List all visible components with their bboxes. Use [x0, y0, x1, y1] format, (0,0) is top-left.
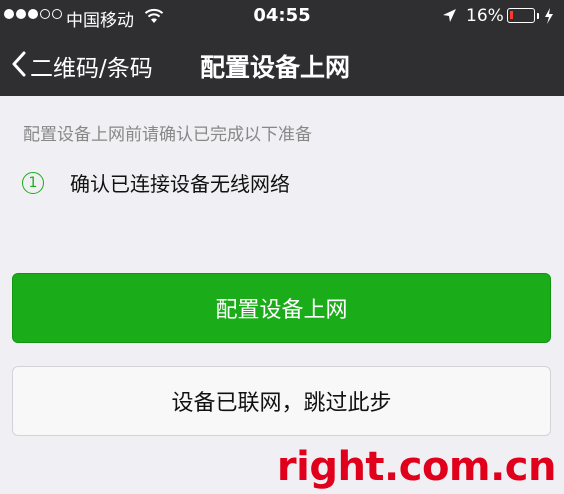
battery-icon [507, 8, 535, 23]
checklist-item-text: 确认已连接设备无线网络 [70, 172, 290, 196]
watermark-logo: right.com.cn [276, 444, 557, 490]
navigation-bar: 二维码/条码 配置设备上网 [0, 34, 564, 96]
back-button[interactable]: 二维码/条码 [12, 49, 153, 83]
battery-cap [537, 13, 539, 19]
charging-bolt-icon [544, 8, 554, 29]
location-arrow-icon [442, 8, 457, 28]
page-title: 配置设备上网 [200, 53, 351, 82]
battery-percent: 16% [466, 6, 504, 26]
preparation-hint: 配置设备上网前请确认已完成以下准备 [23, 125, 312, 145]
step-number-badge: 1 [22, 171, 44, 194]
battery-level-fill [510, 11, 513, 19]
configure-network-button[interactable]: 配置设备上网 [12, 273, 551, 343]
back-button-label: 二维码/条码 [30, 56, 153, 82]
checklist-item: 1 确认已连接设备无线网络 [22, 168, 290, 197]
chevron-left-icon [12, 51, 26, 81]
status-bar: 中国移动 04:55 16% [0, 0, 564, 34]
skip-step-button[interactable]: 设备已联网，跳过此步 [12, 366, 551, 436]
